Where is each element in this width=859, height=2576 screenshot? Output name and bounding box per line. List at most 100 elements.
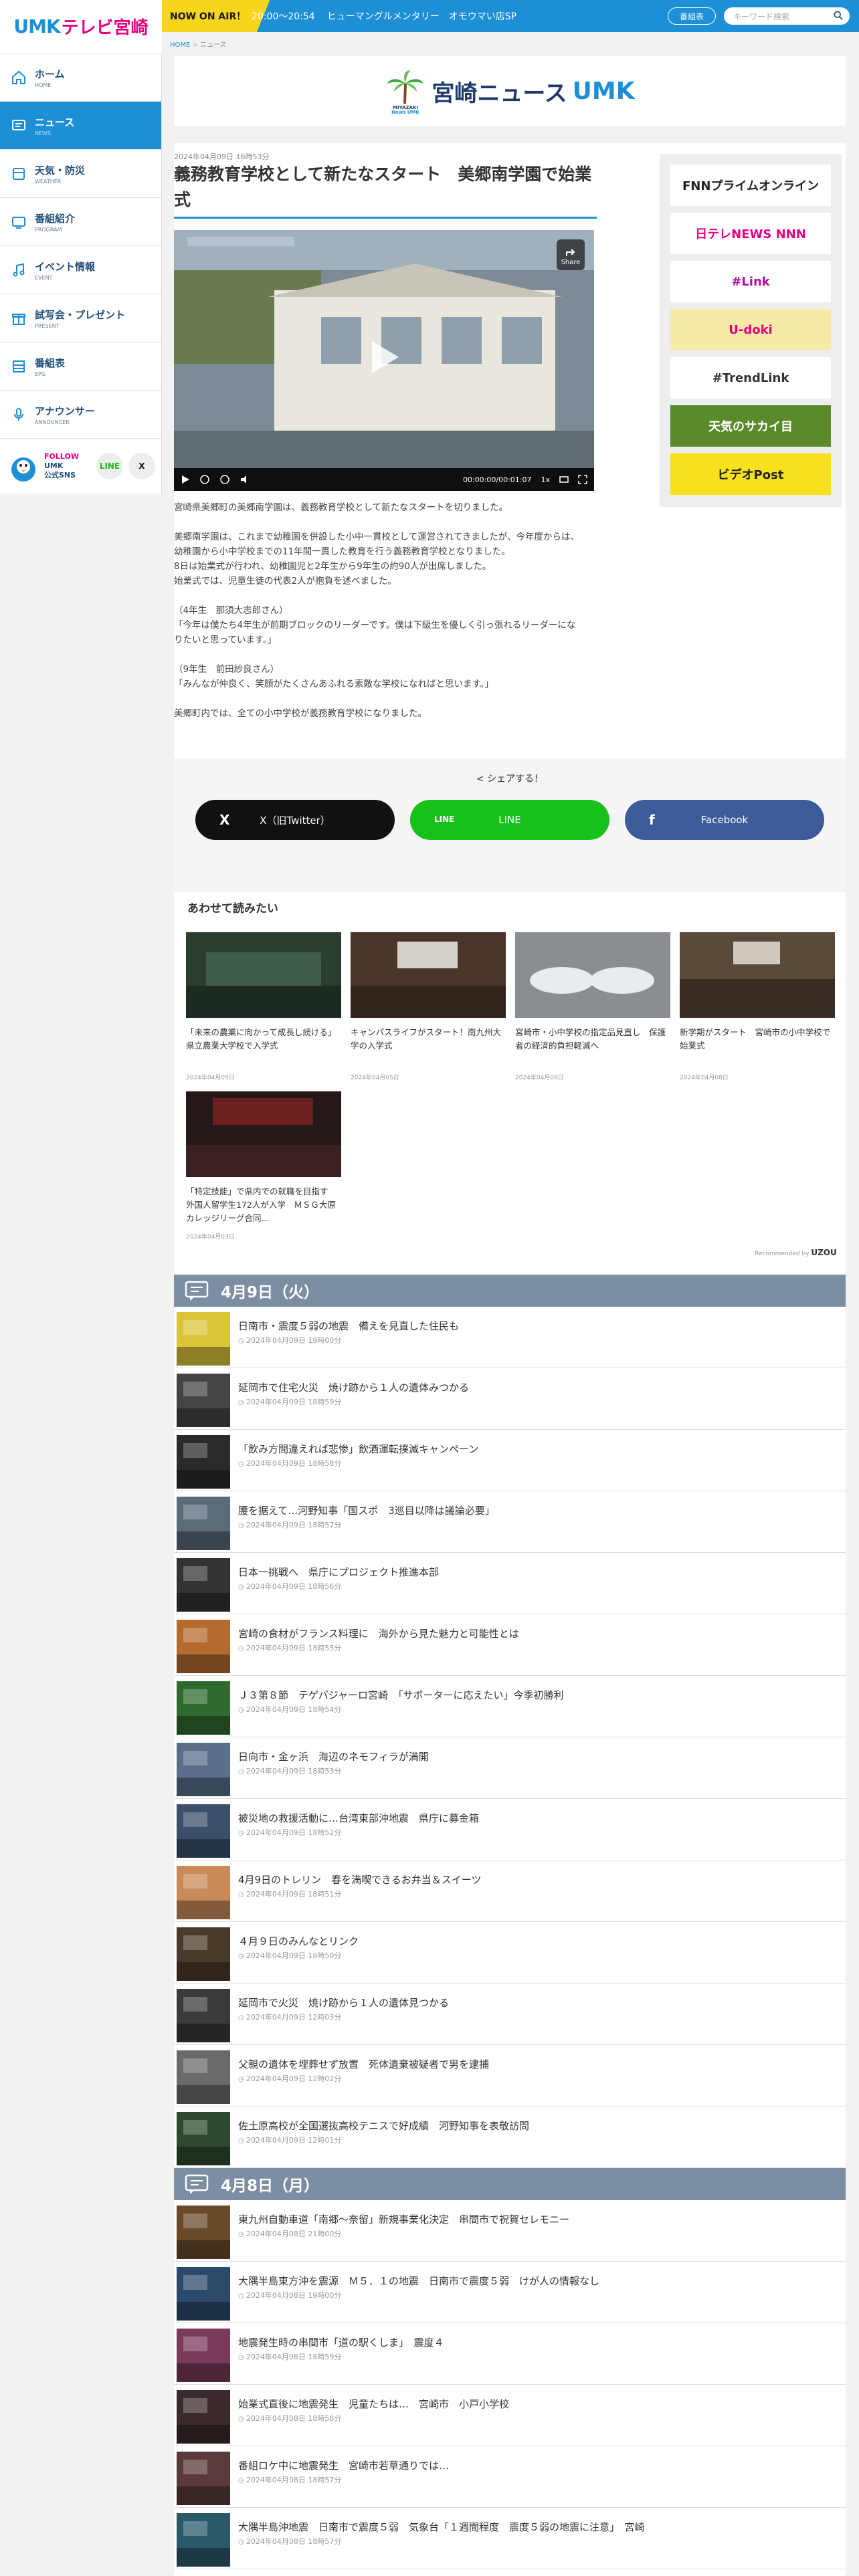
sidebar-item-epg[interactable]: 番組表 EPG [0,342,161,391]
video-share-button[interactable]: Share [557,239,585,270]
news-row[interactable]: 日南市・震度５弱の地震 備えを見直した住民も 2024年04月09日 19時00分 [174,1307,846,1368]
line-button[interactable]: LINE [96,453,123,479]
share-line-button[interactable]: LINE LINE [410,800,609,840]
related-date: 2024年04月05日 [186,1075,235,1081]
settings-icon[interactable] [559,475,569,484]
news-title[interactable]: 日本一挑戦へ 県庁にプロジェクト推進本部 [238,1565,439,1579]
news-title[interactable]: 東九州自動車道「南郷～奈留」新規事業化決定 串間市で祝賀セレモニー [238,2212,569,2226]
sidebar-label: イベント情報 [35,260,96,273]
x-button[interactable]: X [128,453,155,479]
sidebar-item-announcer[interactable]: アナウンサー ANNOUNCER [0,391,161,439]
news-title[interactable]: 大隅半島東方沖を震源 Ｍ５．１の地震 日南市で震度５弱 けが人の情報なし [238,2274,599,2288]
related-thumb [515,932,670,1018]
news-title[interactable]: 4月9日のトレリン 春を満喫できるお弁当＆スイーツ [238,1872,482,1887]
share-x-button[interactable]: X X（旧Twitter） [195,800,395,840]
news-title[interactable]: 地震発生時の串間市「道の駅くしま」 震度４ [238,2335,444,2349]
fullscreen-icon[interactable] [578,475,587,484]
article-paragraph: （9年生 前田紗良さん） 「みんなが仲良く、笑顔がたくさんあふれる素敵な学校にな… [174,664,494,689]
volume-icon[interactable] [240,474,250,485]
related-item[interactable]: 「未来の農業に向かって成長し続ける」県立農業大学校で入学式 2024年04月05… [186,932,341,1081]
onair-time: 20:00～20:54 [252,11,315,22]
onair-label: NOW ON AIR！ [170,11,246,22]
news-title[interactable]: 日南市・震度５弱の地震 備えを見直した住民も [238,1319,459,1333]
news-row[interactable]: 地震発生時の串間市「道の駅くしま」 震度４ 2024年04月08日 18時59分 [174,2323,846,2385]
breadcrumb-home[interactable]: HOME [170,41,190,49]
news-title[interactable]: 大隅半島沖地震 日南市で震度５弱 気象台「１週間程度 震度５弱の地震に注意」 宮… [238,2520,645,2534]
news-row[interactable]: 被災地の救援活動に…台湾東部沖地震 県庁に募金箱 2024年04月09日 18時5… [174,1799,846,1860]
news-title[interactable]: 宮崎の食材がフランス料理に 海外から見た魅力と可能性とは [238,1626,519,1640]
news-row[interactable]: 大隅半島東方沖を震源 Ｍ５．１の地震 日南市で震度５弱 けが人の情報なし 2024… [174,2262,846,2323]
news-row[interactable]: 日本一挑戦へ 県庁にプロジェクト推進本部 2024年04月09日 18時56分 [174,1553,846,1614]
onair-program[interactable]: 20:00～20:54 ヒューマングルメンタリー オモウマい店SP [252,0,516,32]
play-icon[interactable] [361,336,404,379]
news-title[interactable]: 日向市・金ヶ浜 海辺のネモフィラが満開 [238,1749,429,1763]
epg-button[interactable]: 番組表 [668,7,716,25]
related-item[interactable]: 新学期がスタート 宮崎市の小中学校で始業式 2024年04月08日 [680,932,835,1081]
palm-logo-icon: MIYAZAKI News UMK [387,70,424,114]
sidebar-item-program[interactable]: 番組紹介 PROGRAM [0,198,161,246]
news-title[interactable]: Ｊ３第８節 テゲバジャーロ宮崎 「サポーターに応えたい」今季初勝利 [238,1688,563,1702]
search-icon[interactable] [834,11,843,20]
news-title[interactable]: 始業式直後に地震発生 児童たちは… 宮崎市 小戸小学校 [238,2397,509,2411]
share-facebook-button[interactable]: f Facebook [625,800,824,840]
related-text: 新学期がスタート 宮崎市の小中学校で始業式 [680,1027,831,1051]
news-row[interactable]: 始業式直後に地震発生 児童たちは… 宮崎市 小戸小学校 2024年04月08日 1… [174,2385,846,2446]
news-row[interactable]: Ｊ３第８節 テゲバジャーロ宮崎 「サポーターに応えたい」今季初勝利 2024年04… [174,1676,846,1737]
banner-item[interactable]: FNNプライムオンライン [670,165,831,206]
news-title[interactable]: 番組ロケ中に地震発生 宮崎市若草通りでは… [238,2458,449,2472]
rewind-10-icon[interactable] [199,474,210,485]
mascot-icon [11,457,35,481]
related-item[interactable]: 宮崎市・小中学校の指定品見直し 保護者の経済的負担軽減へ 2024年04月08日 [515,932,670,1081]
news-row[interactable]: 宮崎の食材がフランス料理に 海外から見た魅力と可能性とは 2024年04月09日 … [174,1614,846,1676]
banner-item[interactable]: #TrendLink [670,357,831,399]
sidebar-item-home[interactable]: ホーム HOME [0,53,161,102]
news-row[interactable]: 日向市・金ヶ浜 海辺のネモフィラが満開 2024年04月09日 18時53分 [174,1737,846,1799]
play-small-icon[interactable] [181,475,190,484]
news-title[interactable]: 延岡市で住宅火災 焼け跡から１人の遺体みつかる [238,1380,469,1394]
news-row[interactable]: 番組ロケ中に地震発生 宮崎市若草通りでは… 2024年04月08日 18時57分 [174,2446,846,2508]
banner-item[interactable]: 日テレNEWS NNN [670,213,831,254]
article-body: 宮崎県美郷町の美郷南学園は、義務教育学校として新たなスタートを切りました。 美郷… [174,500,597,721]
video-controls: 00:00:00/00:01:07 1x [174,468,594,491]
banner-item[interactable]: ビデオPost [670,453,831,495]
right-banner-column: FNNプライムオンライン 日テレNEWS NNN #Link U-doki #Trend… [660,154,842,507]
related-text: キャンパスライフがスタート！南九州大学の入学式 [351,1027,502,1051]
site-logo[interactable]: UMK テレビ宮崎 [0,0,162,53]
news-title[interactable]: 「飲み方間違えれば悲惨」飲酒運転撲滅キャンペーン [238,1442,478,1456]
news-title[interactable]: 延岡市で火災 焼け跡から１人の遺体見つかる [238,1996,449,2010]
banner-item[interactable]: 天気のサカイ目 [670,405,831,447]
sidebar-item-news[interactable]: ニュース NEWS [0,102,161,150]
share-title-text: シェアする！ [487,774,544,784]
video-player[interactable]: Share 00:00:00/00:01:07 1x [174,230,594,491]
news-row[interactable]: 佐土原高校が全国選抜高校テニスで好成績 河野知事を表敬訪問 2024年04月09日… [174,2107,846,2168]
news-title[interactable]: 父親の遺体を埋葬せず放置 死体遺棄被疑者で男を逮捕 [238,2057,489,2071]
news-row[interactable]: 延岡市で住宅火災 焼け跡から１人の遺体みつかる 2024年04月09日 18時59… [174,1368,846,1430]
sidebar-label: アナウンサー [35,405,95,417]
news-title[interactable]: 佐土原高校が全国選抜高校テニスで好成績 河野知事を表敬訪問 [238,2119,529,2133]
news-row[interactable]: 父親の遺体を埋葬せず放置 死体遺棄被疑者で男を逮捕 2024年04月09日 12時… [174,2045,846,2107]
news-row[interactable]: 「飲み方間違えれば悲惨」飲酒運転撲滅キャンペーン 2024年04月09日 18時5… [174,1430,846,1491]
related-item[interactable]: 「特定技能」で県内での就職を目指す 外国人留学生172人が入学 ＭＳＧ大原カレッ… [186,1091,341,1241]
news-date: 2024年04月09日 18時58分 [238,1458,341,1469]
news-row[interactable]: 4月9日のトレリン 春を満喫できるお弁当＆スイーツ 2024年04月09日 18時… [174,1860,846,1922]
news-row[interactable]: 東九州自動車道「南郷～奈留」新規事業化決定 串間市で祝賀セレモニー 2024年04… [174,2200,846,2262]
gift-icon [12,314,25,325]
news-title[interactable]: 腰を据えて…河野知事「国スポ 3巡目以降は議論必要」 [238,1503,495,1517]
banner-item[interactable]: #Link [670,261,831,302]
news-row[interactable]: 大隅半島沖地震 日南市で震度５弱 気象台「１週間程度 震度５弱の地震に注意」 宮… [174,2508,846,2569]
news-row[interactable]: 延岡市で火災 焼け跡から１人の遺体見つかる 2024年04月09日 12時03分 [174,1983,846,2045]
news-title[interactable]: ４月９日のみんなとリンク [238,1934,359,1948]
search-input[interactable]: キーワード検索 [724,7,850,25]
sidebar-item-event[interactable]: イベント情報 EVENT [0,246,161,294]
day-header-label: 4月9日（火） [221,1284,320,1301]
banner-item[interactable]: U-doki [670,309,831,350]
sidebar-item-weather[interactable]: 天気・防災 WEATHER [0,150,161,198]
forward-10-icon[interactable] [219,474,230,485]
news-row[interactable]: 腰を据えて…河野知事「国スポ 3巡目以降は議論必要」 2024年04月09日 18… [174,1491,846,1553]
sidebar-item-present[interactable]: 試写会・プレゼント PRESENT [0,294,161,342]
video-speed[interactable]: 1x [541,475,550,484]
news-row[interactable]: ４月９日のみんなとリンク 2024年04月09日 18時50分 [174,1922,846,1983]
related-item[interactable]: キャンパスライフがスタート！南九州大学の入学式 2024年04月05日 [351,932,506,1081]
news-title[interactable]: 被災地の救援活動に…台湾東部沖地震 県庁に募金箱 [238,1811,479,1825]
news-thumb [177,1681,230,1735]
